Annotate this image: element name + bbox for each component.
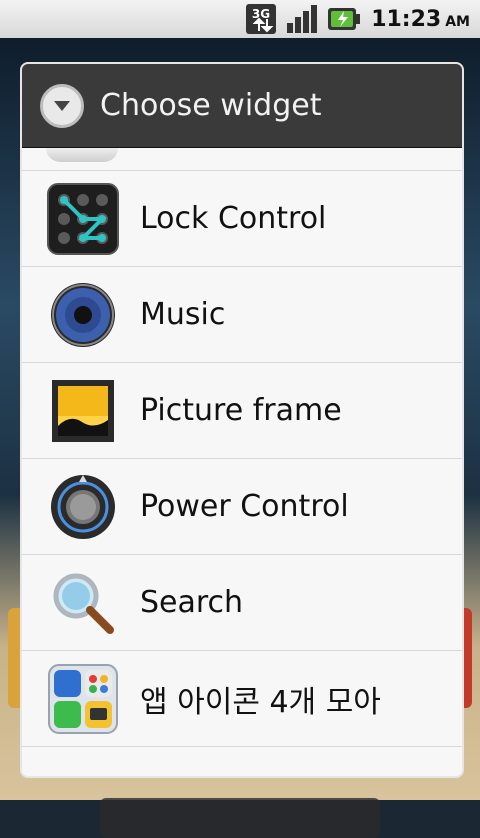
list-item-music[interactable]: Music xyxy=(22,266,462,362)
battery-charging-icon xyxy=(327,6,361,32)
item-label: Picture frame xyxy=(140,393,342,428)
list-item-lock-control[interactable]: Lock Control xyxy=(22,170,462,266)
item-label: 앱 아이콘 4개 모아 xyxy=(140,684,381,720)
item-label: Music xyxy=(140,297,226,332)
picture-frame-icon xyxy=(46,374,120,448)
list-item-search[interactable]: Search xyxy=(22,554,462,650)
speaker-icon xyxy=(46,278,120,352)
3g-data-icon: 3G xyxy=(245,3,277,35)
dialog-title: Choose widget xyxy=(100,88,322,123)
magnifier-icon xyxy=(46,566,120,640)
chevron-down-icon xyxy=(40,83,84,128)
pattern-lock-icon xyxy=(46,182,120,256)
svg-text:3G: 3G xyxy=(252,7,270,21)
signal-strength-icon xyxy=(285,3,319,35)
list-item-picture-frame[interactable]: Picture frame xyxy=(22,362,462,458)
app-folder-icon xyxy=(46,662,120,736)
choose-widget-dialog: Choose widget Lock Control Music Picture… xyxy=(22,64,462,776)
wallpaper-shape xyxy=(100,798,380,838)
partial-widget-icon xyxy=(46,148,118,162)
dialog-header: Choose widget xyxy=(22,64,462,148)
power-knob-icon xyxy=(46,470,120,544)
list-item-app-icon-folder[interactable]: 앱 아이콘 4개 모아 xyxy=(22,650,462,746)
widget-list[interactable]: Lock Control Music Picture frame Power C… xyxy=(22,148,462,776)
item-label: Lock Control xyxy=(140,201,327,236)
list-item-power-control[interactable]: Power Control xyxy=(22,458,462,554)
clock: 11:23 AM xyxy=(371,6,470,32)
item-label: Power Control xyxy=(140,489,349,524)
status-bar: 3G 11:23 AM xyxy=(0,0,480,38)
list-item-partial[interactable] xyxy=(22,746,462,776)
item-label: Search xyxy=(140,585,244,620)
